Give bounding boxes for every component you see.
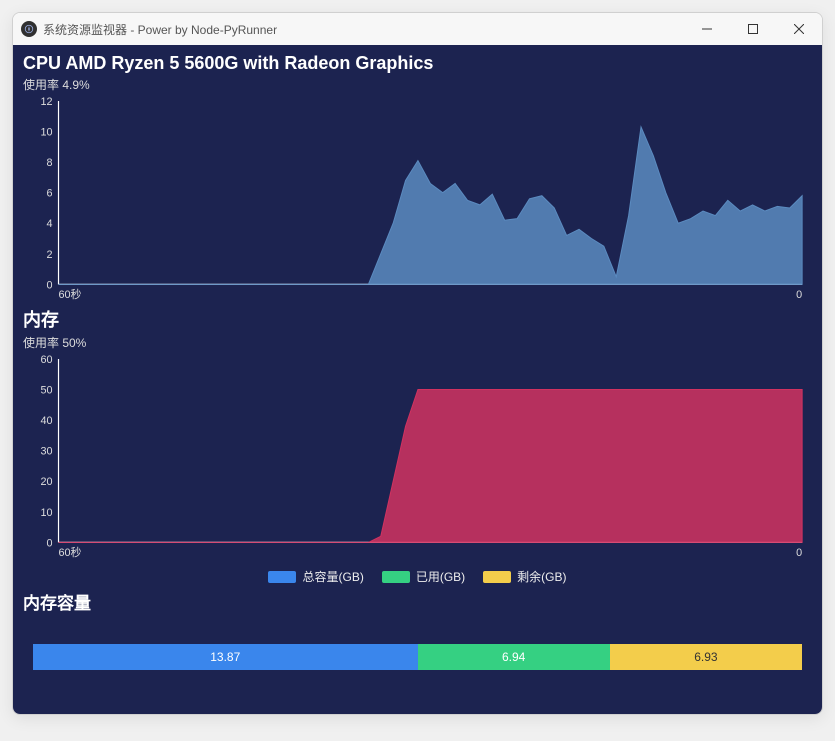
- svg-text:12: 12: [41, 97, 53, 108]
- cpu-chart-svg: 0 2 4 6 8 10 12 60秒 0: [23, 97, 812, 304]
- legend-total-label: 总容量(GB): [302, 568, 363, 585]
- svg-text:0: 0: [796, 289, 802, 301]
- memory-chart-svg: 0 10 20 30 40 50 60 60秒 0: [23, 355, 812, 562]
- titlebar[interactable]: 系统资源监视器 - Power by Node-PyRunner: [13, 13, 822, 45]
- legend-total: 总容量(GB): [268, 568, 363, 585]
- svg-text:2: 2: [47, 249, 53, 261]
- svg-text:10: 10: [41, 507, 53, 519]
- capacity-segment-used: 6.94: [418, 644, 610, 670]
- legend-free: 剩余(GB): [483, 568, 566, 585]
- svg-text:4: 4: [47, 218, 53, 230]
- memory-chart: 0 10 20 30 40 50 60 60秒 0: [23, 355, 812, 562]
- svg-text:0: 0: [47, 279, 53, 291]
- capacity-bar: 13.87 6.94 6.93: [33, 644, 802, 670]
- legend-used: 已用(GB): [382, 568, 465, 585]
- content-area: CPU AMD Ryzen 5 5600G with Radeon Graphi…: [13, 45, 822, 714]
- svg-text:40: 40: [41, 415, 53, 427]
- memory-title: 内存: [23, 306, 812, 332]
- svg-text:10: 10: [41, 126, 53, 138]
- close-button[interactable]: [776, 13, 822, 45]
- cpu-usage-label: 使用率 4.9%: [23, 76, 812, 93]
- capacity-segment-total: 13.87: [33, 644, 418, 670]
- window-title: 系统资源监视器 - Power by Node-PyRunner: [43, 21, 277, 38]
- minimize-button[interactable]: [684, 13, 730, 45]
- legend-free-label: 剩余(GB): [517, 568, 566, 585]
- legend-swatch-free: [483, 571, 511, 583]
- capacity-title: 内存容量: [23, 589, 812, 614]
- app-icon: [21, 21, 37, 37]
- svg-text:8: 8: [47, 157, 53, 169]
- legend-used-label: 已用(GB): [416, 568, 465, 585]
- svg-text:20: 20: [41, 476, 53, 488]
- legend-swatch-total: [268, 571, 296, 583]
- cpu-title: CPU AMD Ryzen 5 5600G with Radeon Graphi…: [23, 53, 812, 74]
- svg-text:60秒: 60秒: [59, 287, 82, 301]
- app-window: 系统资源监视器 - Power by Node-PyRunner CPU AMD…: [12, 12, 823, 715]
- maximize-button[interactable]: [730, 13, 776, 45]
- svg-text:60秒: 60秒: [59, 545, 82, 559]
- svg-text:60: 60: [41, 355, 53, 366]
- capacity-segment-free: 6.93: [610, 644, 802, 670]
- svg-text:50: 50: [41, 385, 53, 397]
- svg-text:0: 0: [47, 537, 53, 549]
- svg-text:30: 30: [41, 446, 53, 458]
- svg-text:6: 6: [47, 188, 53, 200]
- svg-text:0: 0: [796, 547, 802, 559]
- legend-swatch-used: [382, 571, 410, 583]
- memory-usage-label: 使用率 50%: [23, 334, 812, 351]
- window-controls: [684, 13, 822, 45]
- cpu-chart: 0 2 4 6 8 10 12 60秒 0: [23, 97, 812, 304]
- capacity-legend: 总容量(GB) 已用(GB) 剩余(GB): [23, 568, 812, 585]
